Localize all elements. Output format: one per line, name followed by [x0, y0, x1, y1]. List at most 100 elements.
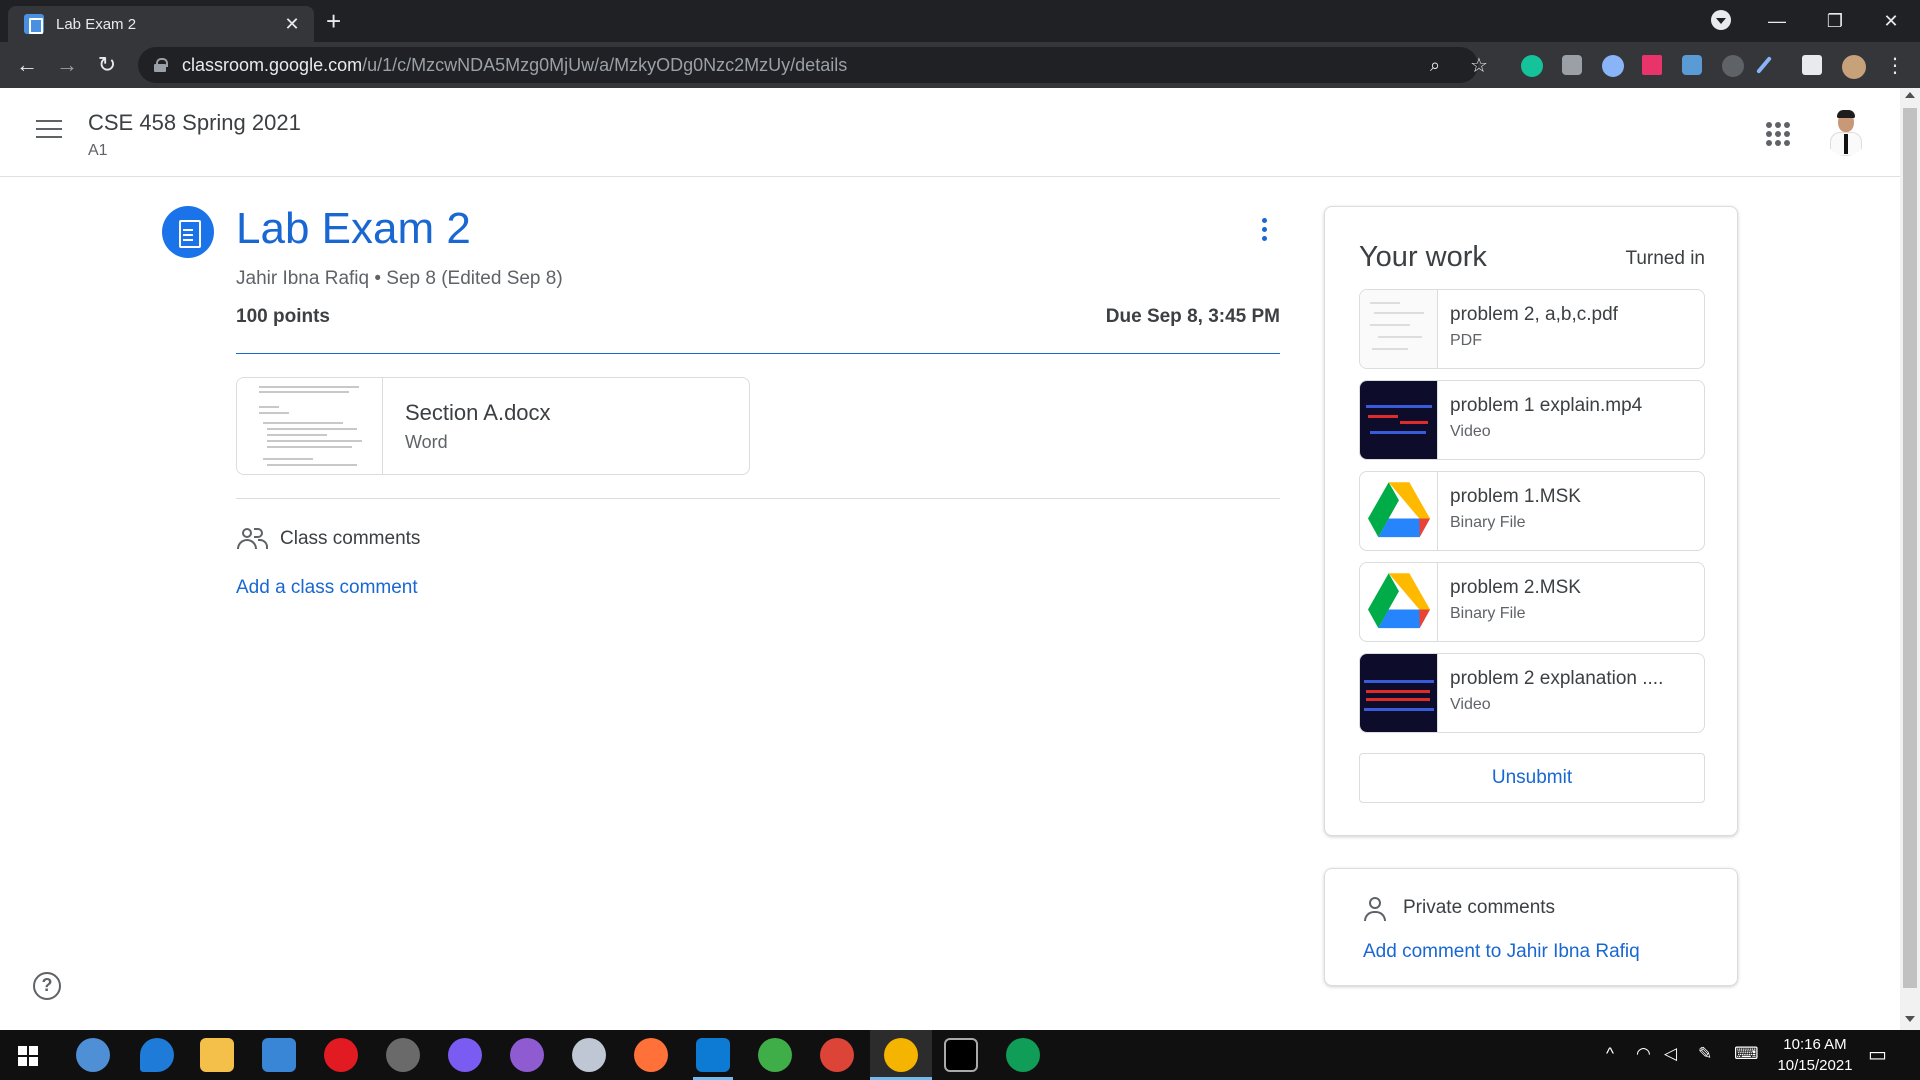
show-hidden-icons-icon[interactable]: ^ [1606, 1044, 1614, 1064]
screen-recorder-extension-icon[interactable] [1722, 55, 1744, 77]
video-thumbnail-icon [1360, 381, 1438, 459]
browser-tab-bar: Lab Exam 2 ✕ + — ❐ ✕ [0, 0, 1920, 42]
file-type: PDF [1450, 332, 1482, 349]
google-drive-icon [1360, 472, 1438, 550]
restore-icon[interactable]: ❐ [1806, 0, 1864, 42]
add-class-comment-link[interactable]: Add a class comment [236, 577, 418, 599]
submitted-file[interactable]: problem 2 explanation .... Video [1359, 653, 1705, 733]
submitted-file[interactable]: problem 1.MSK Binary File [1359, 471, 1705, 551]
private-comments-card: Private comments Add comment to Jahir Ib… [1324, 868, 1738, 986]
globe-extension-icon[interactable] [1602, 55, 1624, 77]
github-icon[interactable] [510, 1038, 544, 1072]
tab-title: Lab Exam 2 [56, 15, 137, 33]
windows-start-icon[interactable] [18, 1046, 38, 1066]
zoom-icon[interactable]: ⌕ [1430, 55, 1440, 76]
attachment-name: Section A.docx [405, 400, 551, 425]
chrome-profile-icon[interactable] [820, 1038, 854, 1072]
google-apps-icon[interactable] [1766, 122, 1790, 146]
unsubmit-button[interactable]: Unsubmit [1359, 753, 1705, 803]
chrome-alt-profile-icon[interactable] [1006, 1038, 1040, 1072]
browser-profile-avatar[interactable] [1842, 55, 1866, 79]
close-tab-icon[interactable]: ✕ [280, 14, 304, 35]
lock-icon[interactable] [154, 58, 168, 72]
private-comments-label: Private comments [1403, 897, 1556, 918]
reload-icon[interactable]: ↻ [92, 50, 122, 80]
account-avatar[interactable] [1824, 108, 1868, 156]
document-thumbnail [237, 378, 383, 474]
person-icon [1363, 897, 1387, 921]
extensions-puzzle-icon[interactable] [1802, 55, 1822, 75]
new-tab-icon[interactable]: + [326, 6, 341, 36]
submitted-file[interactable]: problem 2, a,b,c.pdf PDF [1359, 289, 1705, 369]
pen-tray-icon[interactable]: ✎ [1698, 1044, 1712, 1064]
forward-icon[interactable]: → [52, 50, 82, 80]
firefox-icon[interactable] [634, 1038, 668, 1072]
vscode-icon[interactable] [696, 1038, 730, 1072]
minimize-icon[interactable]: — [1748, 0, 1806, 42]
pen-extension-icon[interactable] [1756, 56, 1772, 74]
scrollbar-thumb[interactable] [1903, 108, 1917, 988]
mail-icon[interactable] [262, 1038, 296, 1072]
satellite-app-icon[interactable] [386, 1038, 420, 1072]
your-work-title: Your work [1359, 241, 1487, 273]
assignment-due-date: Due Sep 8, 3:45 PM [1105, 306, 1280, 327]
play-extension-icon[interactable] [1642, 55, 1662, 75]
scroll-up-icon[interactable] [1905, 92, 1915, 98]
file-explorer-icon[interactable] [200, 1038, 234, 1072]
class-comments-label: Class comments [280, 528, 421, 549]
google-drive-icon [1360, 563, 1438, 641]
add-private-comment-link[interactable]: Add comment to Jahir Ibna Rafiq [1363, 941, 1640, 963]
clock-time: 10:16 AM [1783, 1036, 1847, 1053]
url-host: classroom.google.com [182, 54, 363, 75]
file-type: Video [1450, 423, 1491, 440]
qbittorrent-icon[interactable] [76, 1038, 110, 1072]
file-name: problem 1 explain.mp4 [1450, 395, 1643, 416]
file-type: Binary File [1450, 605, 1526, 622]
grammarly-extension-icon[interactable] [1521, 55, 1543, 77]
assignment-title: Lab Exam 2 [236, 204, 471, 253]
tab-search-icon[interactable] [1711, 10, 1731, 30]
video-thumbnail-icon [1360, 654, 1438, 732]
close-window-icon[interactable]: ✕ [1862, 0, 1920, 42]
course-section: A1 [88, 142, 108, 159]
file-name: problem 2, a,b,c.pdf [1450, 304, 1618, 325]
your-work-card: Your work Turned in problem 2, a,b,c.pdf… [1324, 206, 1738, 836]
submission-status: Turned in [1625, 248, 1705, 269]
volume-icon[interactable]: ◁ [1664, 1044, 1677, 1064]
globe-app-icon[interactable] [758, 1038, 792, 1072]
chrome-icon[interactable] [884, 1038, 918, 1072]
more-options-icon[interactable] [1252, 218, 1276, 248]
back-icon[interactable]: ← [12, 50, 42, 80]
attachment-card[interactable]: Section A.docx Word [236, 377, 750, 475]
course-title[interactable]: CSE 458 Spring 2021 [88, 110, 301, 136]
address-bar[interactable]: classroom.google.com/u/1/c/MzcwNDA5Mzg0M… [138, 47, 1488, 83]
browser-toolbar: ← → ↻ classroom.google.com/u/1/c/MzcwNDA… [0, 42, 1920, 88]
keyboard-icon[interactable]: ⌨ [1734, 1044, 1759, 1064]
scroll-down-icon[interactable] [1905, 1016, 1915, 1022]
main-menu-icon[interactable] [36, 120, 62, 140]
system-clock[interactable]: 10:16 AM 10/15/2021 [1760, 1034, 1870, 1076]
download-extension-icon[interactable] [1682, 55, 1702, 75]
page-scrollbar[interactable] [1900, 88, 1920, 1030]
classroom-favicon-icon [24, 14, 44, 34]
submitted-file[interactable]: problem 2.MSK Binary File [1359, 562, 1705, 642]
paint-app-icon[interactable] [572, 1038, 606, 1072]
pdf-thumbnail-icon [1360, 290, 1438, 368]
bookmark-star-icon[interactable]: ☆ [1470, 53, 1488, 78]
notifications-icon[interactable]: ▭ [1868, 1042, 1887, 1067]
browser-menu-icon[interactable]: ⋮ [1880, 50, 1910, 80]
network-icon[interactable]: ◠ [1636, 1044, 1651, 1064]
assignment-icon [162, 206, 214, 258]
terminal-icon[interactable] [944, 1038, 978, 1072]
edge-icon[interactable] [140, 1038, 174, 1072]
messenger-icon[interactable] [448, 1038, 482, 1072]
comments-divider [236, 498, 1280, 499]
camera-extension-icon[interactable] [1562, 55, 1582, 75]
file-name: problem 1.MSK [1450, 486, 1581, 507]
people-icon [236, 526, 268, 550]
submitted-file[interactable]: problem 1 explain.mp4 Video [1359, 380, 1705, 460]
browser-tab[interactable]: Lab Exam 2 ✕ [8, 6, 314, 42]
help-icon[interactable]: ? [33, 972, 61, 1000]
opera-icon[interactable] [324, 1038, 358, 1072]
windows-taskbar: ^ ◠ ◁ ✎ ⌨ 10:16 AM 10/15/2021 ▭ [0, 1030, 1920, 1080]
